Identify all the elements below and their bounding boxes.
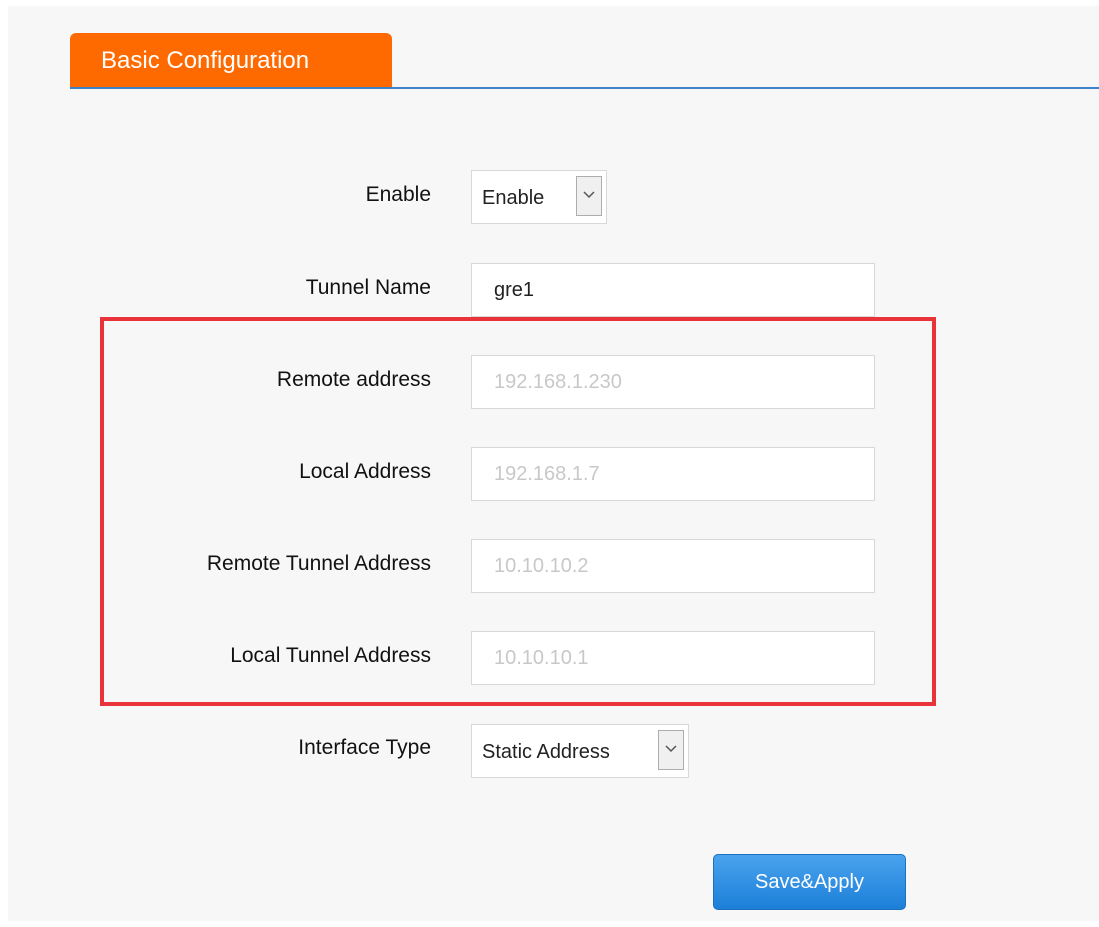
chevron-down-icon[interactable]: [658, 730, 684, 770]
interface-type-label: Interface Type: [298, 736, 431, 759]
interface-type-select-value: Static Address: [482, 741, 610, 763]
chevron-down-icon[interactable]: [576, 176, 602, 216]
tab-underline: [70, 87, 1099, 89]
save-apply-button[interactable]: Save&Apply: [713, 854, 906, 910]
enable-select[interactable]: Enable: [471, 170, 607, 224]
enable-select-value: Enable: [482, 187, 545, 209]
interface-type-select[interactable]: Static Address: [471, 724, 689, 778]
tab-label: Basic Configuration: [101, 47, 310, 74]
tunnel-name-label: Tunnel Name: [305, 276, 431, 299]
enable-label: Enable: [365, 183, 431, 206]
tab-basic-configuration[interactable]: Basic Configuration: [70, 33, 392, 87]
tunnel-name-input[interactable]: [471, 263, 875, 317]
highlight-box: [100, 317, 936, 706]
